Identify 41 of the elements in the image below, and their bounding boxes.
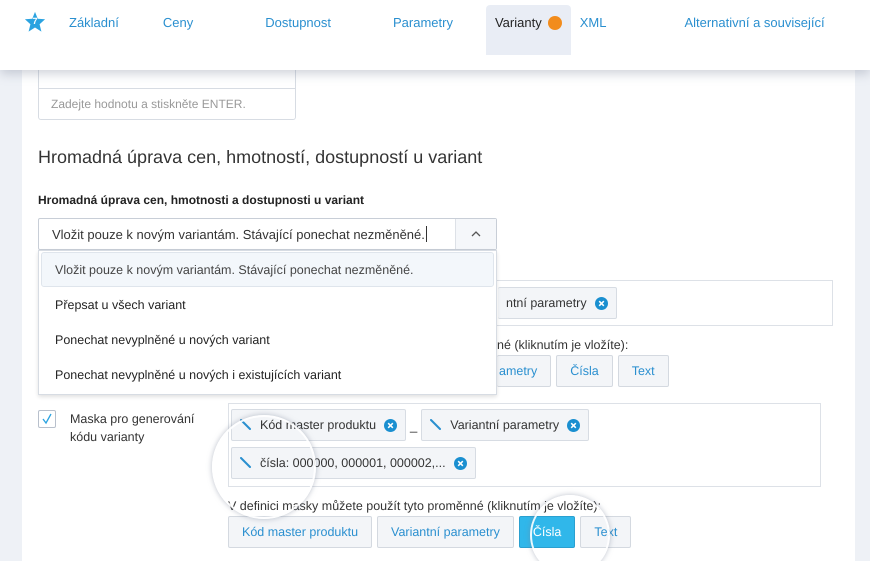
- pencil-icon: [240, 457, 252, 469]
- mask-field[interactable]: Kód master produktu _ Variantní parametry čísla: 000000, 000001, 000002,...: [228, 403, 821, 487]
- checkbox[interactable]: [38, 410, 56, 428]
- remove-icon[interactable]: [567, 418, 580, 432]
- section-title: Hromadná úprava cen, hmotností, dostupností u variant: [38, 147, 484, 168]
- pencil-icon: [240, 419, 252, 431]
- tab[interactable]: Varianty: [486, 5, 571, 55]
- variable-tag: Kód master produktu: [231, 409, 406, 441]
- variable-button[interactable]: Text: [618, 355, 669, 387]
- select-field[interactable]: Vložit pouze k novým variantám. Stávající ponechat nezměněné.: [38, 218, 497, 250]
- variable-button[interactable]: Text: [580, 516, 632, 548]
- dropdown-option[interactable]: Vložit pouze k novým variantám. Stávající ponechat nezměněné.: [41, 252, 494, 287]
- dropdown-option[interactable]: Ponechat nevyplněné u nových i existujících variant: [41, 357, 494, 392]
- checkbox-label: Maska pro generování kódu varianty: [70, 411, 196, 446]
- separator-text: _: [410, 418, 418, 432]
- hint-text: né (kliknutím je vložíte):: [497, 338, 630, 352]
- variable-button[interactable]: Čísla: [518, 516, 576, 548]
- tab[interactable]: Základní: [60, 5, 128, 55]
- remove-icon[interactable]: [454, 456, 467, 470]
- tab[interactable]: Alternativní a související: [675, 5, 834, 55]
- variable-button[interactable]: Kód master produktu: [228, 516, 372, 548]
- input-field[interactable]: Zadejte hodnotu a stiskněte ENTER.: [38, 89, 296, 120]
- variable-tag: ntní parametry: [498, 287, 617, 319]
- variable-button[interactable]: Variantní parametry: [377, 516, 514, 548]
- tab[interactable]: XML: [570, 5, 616, 55]
- chevron-icon: [471, 231, 481, 237]
- variable-tag: Variantní parametry: [421, 409, 590, 441]
- field-label: Hromadná úprava cen, hmotnosti a dostupnosti u variant: [38, 193, 366, 207]
- star-badge: 7: [24, 11, 46, 33]
- hint-text: V definici masky můžete použít tyto proměnné (kliknutím je vložíte):: [228, 499, 602, 513]
- remove-icon[interactable]: [384, 418, 398, 432]
- check-icon: [41, 413, 53, 425]
- variable-button[interactable]: ametry: [497, 355, 552, 387]
- tab[interactable]: Dostupnost: [256, 5, 340, 55]
- remove-icon[interactable]: [594, 296, 608, 310]
- variable-tag: čísla: 000000, 000001, 000002,...: [231, 447, 476, 479]
- text-cursor: [426, 226, 427, 242]
- pencil-icon: [430, 419, 442, 431]
- tab[interactable]: Parametry: [384, 5, 462, 55]
- tab[interactable]: Ceny: [154, 5, 202, 55]
- variable-button[interactable]: Čísla: [556, 355, 613, 387]
